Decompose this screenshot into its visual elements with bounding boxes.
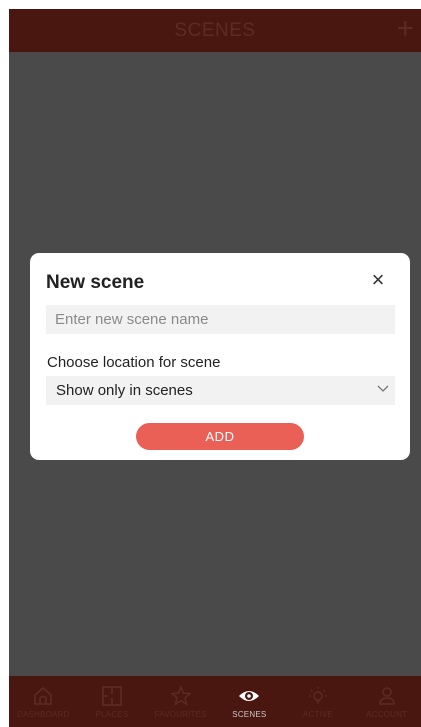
nav-item-scenes[interactable]: SCENES	[215, 676, 284, 727]
home-icon	[34, 686, 53, 705]
star-icon	[169, 685, 192, 706]
bottom-nav: DASHBOARD PLACES FAVOURITES SCENES ACTIV…	[9, 676, 421, 727]
nav-label: PLACES	[95, 710, 129, 719]
floorplan-icon	[102, 686, 122, 706]
nav-label: DASHBOARD	[17, 710, 70, 719]
nav-item-favourites[interactable]: FAVOURITES	[146, 676, 215, 727]
person-icon	[378, 687, 395, 705]
nav-item-active[interactable]: ACTIVE	[284, 676, 353, 727]
dialog-title: New scene	[46, 272, 145, 293]
location-label: Choose location for scene	[47, 354, 221, 371]
close-icon[interactable]: ×	[368, 269, 388, 291]
scene-name-input[interactable]	[46, 305, 395, 334]
nav-item-account[interactable]: ACCOUNT	[352, 676, 421, 727]
location-select[interactable]: Show only in scenes	[46, 376, 395, 405]
nav-label: ACCOUNT	[366, 710, 408, 719]
bulb-icon	[309, 687, 328, 704]
location-select-value: Show only in scenes	[56, 382, 193, 399]
nav-item-places[interactable]: PLACES	[78, 676, 147, 727]
nav-label: FAVOURITES	[154, 710, 207, 719]
eye-icon	[239, 691, 260, 701]
chevron-down-icon	[377, 385, 389, 392]
add-scene-icon[interactable]: +	[396, 12, 414, 46]
app-screen: SCENES + New scene × Choose location for…	[9, 9, 421, 727]
new-scene-dialog: New scene × Choose location for scene Sh…	[30, 253, 410, 460]
nav-item-dashboard[interactable]: DASHBOARD	[9, 676, 78, 727]
page-title: SCENES	[174, 20, 256, 41]
nav-label: SCENES	[232, 710, 267, 719]
top-bar: SCENES +	[9, 9, 421, 52]
add-button[interactable]: ADD	[136, 423, 304, 450]
nav-label: ACTIVE	[302, 710, 334, 719]
